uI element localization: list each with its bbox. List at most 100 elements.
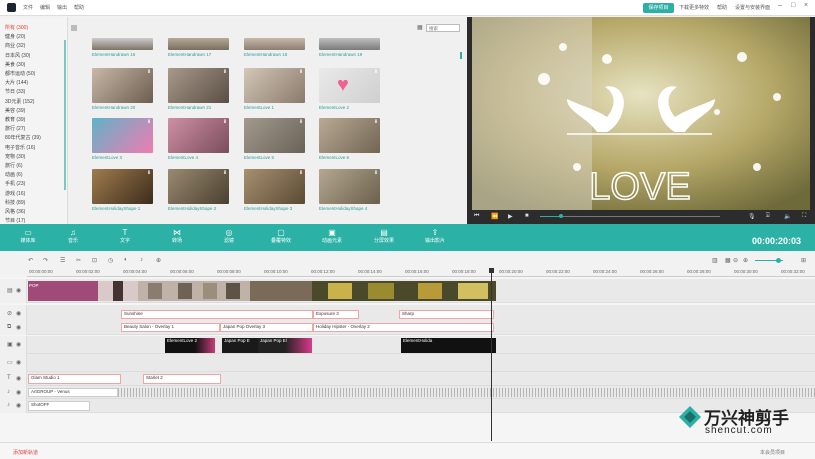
download-icon[interactable]: ⬇: [222, 69, 228, 75]
record-icon[interactable]: ⊕: [156, 257, 161, 264]
filter-clip[interactable]: Sharp: [399, 310, 494, 319]
zoom-in-icon[interactable]: ⊕: [743, 257, 748, 264]
element-tile[interactable]: ⬇: [92, 118, 153, 153]
add-track-button[interactable]: 添加新轨道: [13, 449, 38, 456]
fullscreen-icon[interactable]: ⛶: [802, 213, 806, 220]
category-item[interactable]: 日本风 (30): [5, 52, 30, 59]
category-item[interactable]: 大片 (144): [5, 79, 28, 86]
menu-help[interactable]: 帮助: [74, 4, 84, 11]
visibility-toggle-icon[interactable]: ◉: [16, 324, 21, 331]
download-icon[interactable]: ⬇: [298, 170, 304, 176]
element-tile[interactable]: ⬇: [92, 169, 153, 204]
audio-clip[interactable]: ArtGROUP - Venus: [28, 388, 118, 397]
visibility-toggle-icon[interactable]: ◉: [16, 359, 21, 366]
element-tile[interactable]: ⬇: [319, 68, 380, 103]
element-tile[interactable]: [244, 38, 305, 50]
download-icon[interactable]: ⬇: [146, 170, 152, 176]
undo-icon[interactable]: ↶: [28, 257, 33, 264]
download-icon[interactable]: ⬇: [373, 119, 379, 125]
collapse-panel-button[interactable]: [71, 25, 77, 31]
tool-music[interactable]: ♫ 音乐: [53, 228, 93, 244]
preview-progress-track[interactable]: [540, 216, 720, 217]
filter-clip[interactable]: Exposure 3: [313, 310, 359, 319]
overlay-clip[interactable]: Japan Pop Overlay 3: [220, 323, 313, 332]
category-item[interactable]: 商业 (32): [5, 42, 25, 49]
category-item[interactable]: 科技 (89): [5, 199, 25, 206]
visibility-toggle-icon[interactable]: ◉: [16, 287, 21, 294]
category-item[interactable]: 旅行 (27): [5, 125, 25, 132]
snapshot-icon[interactable]: ⌻: [766, 213, 770, 220]
overlay-clip[interactable]: Beauty Salon - Overlay 1: [121, 323, 220, 332]
audio-mixer-icon[interactable]: ▥: [712, 257, 718, 264]
playhead-handle[interactable]: [489, 268, 494, 273]
visibility-toggle-icon[interactable]: ◉: [16, 402, 21, 409]
element-clip[interactable]: ElementLove 2: [165, 338, 215, 353]
element-tile[interactable]: [168, 38, 229, 50]
tool-filter[interactable]: ◎ 滤镜: [209, 228, 249, 244]
download-icon[interactable]: ⬇: [373, 170, 379, 176]
tool-export[interactable]: ⇪ 输出影片: [415, 228, 455, 244]
filter-clip[interactable]: Sunshine: [121, 310, 313, 319]
visibility-toggle-icon[interactable]: ◉: [16, 389, 21, 396]
minimize-icon[interactable]: –: [778, 2, 782, 9]
element-tile[interactable]: [319, 38, 380, 50]
category-item[interactable]: 80年代复古 (39): [5, 134, 41, 141]
category-item[interactable]: 所有 (300): [5, 24, 28, 31]
download-icon[interactable]: ⬇: [222, 170, 228, 176]
help-link[interactable]: 帮助: [717, 4, 727, 11]
category-item[interactable]: 动画 (6): [5, 171, 23, 178]
element-tile[interactable]: ⬇: [244, 118, 305, 153]
element-tile[interactable]: ⬇: [319, 118, 380, 153]
download-effects-link[interactable]: 下载更多特效: [679, 4, 709, 11]
element-tile[interactable]: ⬇: [244, 68, 305, 103]
tool-transition[interactable]: ⋈ 转场: [157, 228, 197, 244]
category-item[interactable]: 风格 (36): [5, 208, 25, 215]
save-project-button[interactable]: 保存项目: [643, 3, 674, 13]
element-tile[interactable]: ⬇: [244, 169, 305, 204]
download-icon[interactable]: ⬇: [146, 69, 152, 75]
tool-split-screen[interactable]: ▤ 分屏效果: [364, 228, 404, 244]
menu-file[interactable]: 文件: [23, 4, 33, 11]
menu-export[interactable]: 输出: [57, 4, 67, 11]
stop-icon[interactable]: ■: [525, 213, 529, 219]
download-icon[interactable]: ⬇: [373, 69, 379, 75]
library-scrollbar[interactable]: [460, 52, 462, 59]
download-icon[interactable]: ⬇: [298, 119, 304, 125]
element-tile[interactable]: [92, 38, 153, 50]
element-tile[interactable]: ⬇: [168, 68, 229, 103]
category-item[interactable]: 节日 (33): [5, 88, 25, 95]
speed-icon[interactable]: ◷: [108, 257, 113, 264]
search-input[interactable]: [426, 24, 460, 32]
snap-icon[interactable]: ▦: [725, 257, 731, 264]
category-item[interactable]: 美食 (30): [5, 61, 25, 68]
zoom-out-icon[interactable]: ⊖: [733, 257, 738, 264]
preview-progress-handle[interactable]: [559, 214, 563, 218]
zoom-slider-handle[interactable]: [776, 258, 781, 263]
category-item[interactable]: 教育 (39): [5, 116, 25, 123]
download-icon[interactable]: ⬇: [222, 119, 228, 125]
grid-view-icon[interactable]: ▦: [417, 24, 424, 31]
playhead[interactable]: [491, 271, 492, 441]
audio-clip[interactable]: ShotOFF: [28, 401, 90, 411]
element-clip[interactable]: Japan Pop El: [258, 338, 312, 353]
tool-media[interactable]: ▭ 媒体库: [8, 228, 48, 244]
video-clip[interactable]: [28, 281, 496, 301]
color-icon[interactable]: ◐: [124, 257, 128, 263]
cut-icon[interactable]: ✂: [76, 257, 81, 264]
text-clip[interactable]: Glam Studio 1: [28, 374, 121, 384]
tool-text[interactable]: T 文字: [105, 228, 145, 244]
category-item[interactable]: 健身 (20): [5, 33, 25, 40]
category-item[interactable]: 游戏 (16): [5, 190, 25, 197]
category-item[interactable]: 手机 (23): [5, 180, 25, 187]
volume-icon[interactable]: 🔈: [784, 213, 791, 220]
maximize-icon[interactable]: □: [791, 2, 795, 9]
visibility-toggle-icon[interactable]: ◉: [16, 341, 21, 348]
category-scrollbar[interactable]: [64, 40, 66, 190]
category-item[interactable]: 旅行 (6): [5, 162, 23, 169]
tool-overlay[interactable]: ▢ 叠覆特效: [261, 228, 301, 244]
element-tile[interactable]: ⬇: [92, 68, 153, 103]
previous-frame-icon[interactable]: ⏮: [474, 213, 479, 220]
visibility-toggle-icon[interactable]: ◉: [16, 375, 21, 382]
microphone-icon[interactable]: 🎙: [748, 213, 756, 220]
category-item[interactable]: 美容 (39): [5, 107, 25, 114]
